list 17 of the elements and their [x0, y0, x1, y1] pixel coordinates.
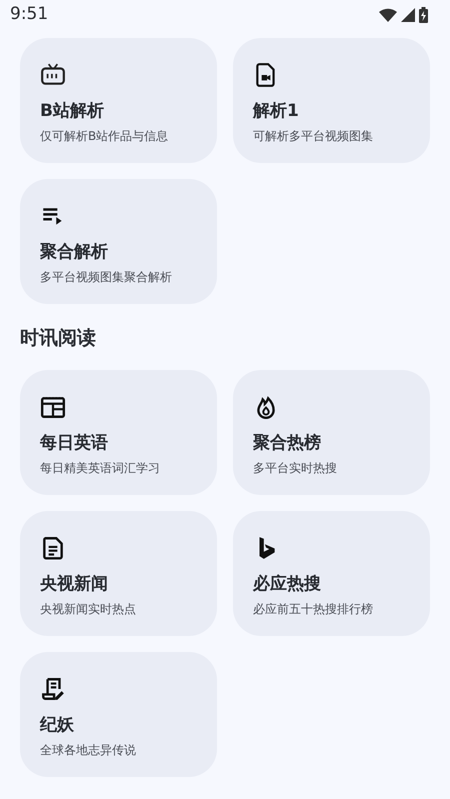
status-time: 9:51 [10, 3, 48, 26]
newspaper-icon [40, 394, 66, 420]
feature-card[interactable]: 必应热搜 必应前五十热搜排行榜 [233, 511, 430, 636]
feature-card[interactable]: 解析1 可解析多平台视频图集 [233, 38, 430, 163]
feature-card[interactable]: B站解析 仅可解析B站作品与信息 [20, 38, 217, 163]
feature-card[interactable]: 纪妖 全球各地志异传说 [20, 652, 217, 777]
feature-card[interactable]: 聚合热榜 多平台实时热搜 [233, 370, 430, 495]
wifi-icon [379, 8, 397, 22]
feature-card[interactable]: 央视新闻 央视新闻实时热点 [20, 511, 217, 636]
signal-icon [401, 8, 415, 22]
feature-card[interactable]: 聚合解析 多平台视频图集聚合解析 [20, 179, 217, 304]
section-title: 时讯阅读 [19, 326, 97, 351]
tv-icon [40, 62, 66, 88]
document-icon [40, 535, 66, 561]
scroll-pen-icon [40, 676, 66, 702]
battery-icon [419, 7, 428, 23]
feature-card[interactable]: 每日英语 每日精美英语词汇学习 [20, 370, 217, 495]
